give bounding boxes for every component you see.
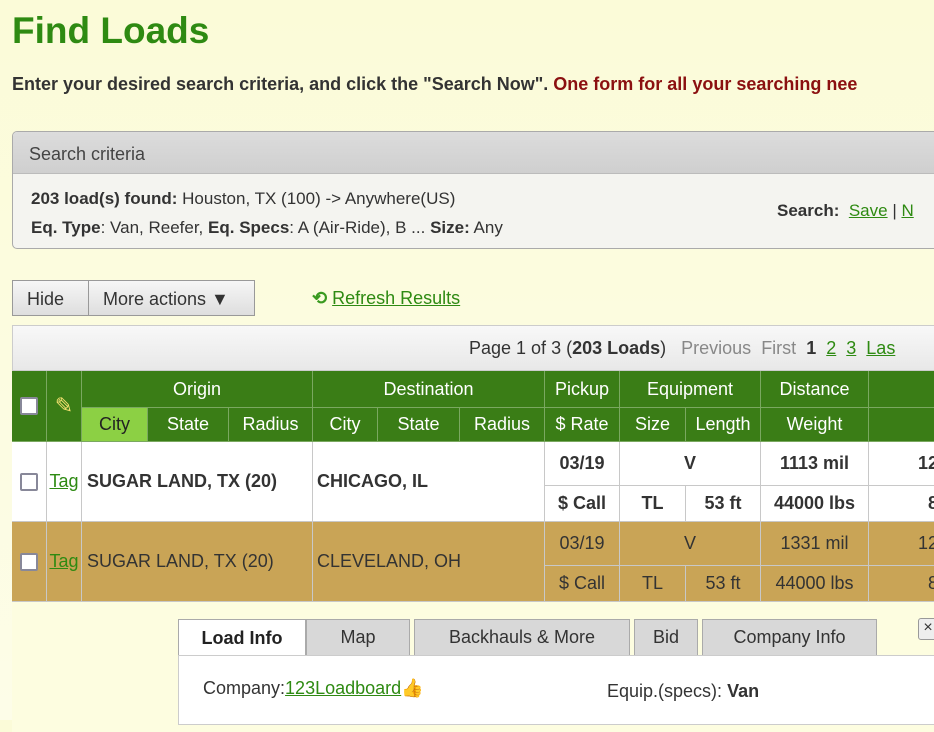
tab-backhauls-more[interactable]: Backhauls & More <box>414 619 630 656</box>
group-header-equipment: Equipment <box>620 371 761 408</box>
equipment-cell: V <box>620 522 761 566</box>
close-detail-icon[interactable]: × <box>918 618 934 640</box>
distance-cell: 1331 mil <box>761 522 869 566</box>
tab-bid[interactable]: Bid <box>634 619 698 656</box>
column-header-rate[interactable]: $ Rate <box>545 408 620 442</box>
new-search-link[interactable]: N <box>901 201 913 220</box>
search-actions: Search: Save | N <box>777 201 914 220</box>
search-criteria-panel: Search criteria 203 load(s) found: Houst… <box>12 131 934 249</box>
origin-cell[interactable]: SUGAR LAND, TX (20) <box>82 442 313 522</box>
weight-cell: 44000 lbs <box>761 566 869 602</box>
tag-cell: Tag <box>47 442 82 522</box>
tab-map[interactable]: Map <box>306 619 410 656</box>
extra-cell: 8 <box>869 486 934 522</box>
equip-specs-field: Equip.(specs): Van <box>607 681 760 701</box>
search-criteria-header[interactable]: Search criteria <box>13 132 934 174</box>
column-header-size[interactable]: Size <box>620 408 686 442</box>
refresh-icon: ⟲ <box>312 288 328 308</box>
tab-load-info[interactable]: Load Info <box>178 619 306 656</box>
group-header-origin: Origin <box>82 371 313 408</box>
equipment-summary: Eq. Type: Van, Reefer, Eq. Specs: A (Air… <box>31 218 503 237</box>
thumbs-up-icon[interactable]: 👍 <box>401 678 423 698</box>
equipment-cell: V <box>620 442 761 486</box>
column-header-dcity[interactable]: City <box>313 408 378 442</box>
previous-link[interactable]: Previous <box>681 338 751 358</box>
row-select-cell <box>12 442 47 522</box>
tag-link[interactable]: Tag <box>49 551 78 572</box>
notes-header: ✎ <box>47 371 82 442</box>
group-header-extra <box>869 371 934 408</box>
page-title: Find Loads <box>12 10 210 51</box>
column-header-dradius[interactable]: Radius <box>460 408 545 442</box>
size-cell: TL <box>620 566 686 602</box>
row-checkbox[interactable] <box>20 552 38 571</box>
page-2-link[interactable]: 2 <box>826 338 836 358</box>
company-link[interactable]: 123Loadboard <box>285 678 401 698</box>
company-field: Company:123Loadboard👍 <box>203 678 424 698</box>
group-header-destination: Destination <box>313 371 545 408</box>
destination-cell[interactable]: CLEVELAND, OH <box>313 522 545 602</box>
pickup-date-cell: 03/19 <box>545 442 620 486</box>
tag-link[interactable]: Tag <box>49 471 78 492</box>
column-header-extra[interactable] <box>869 408 934 442</box>
tag-cell: Tag <box>47 522 82 602</box>
length-cell: 53 ft <box>686 486 761 522</box>
pager: Page 1 of 3 (203 Loads) Previous First 1… <box>12 325 934 371</box>
loads-found: 203 load(s) found: Houston, TX (100) -> … <box>31 189 456 208</box>
hide-button[interactable]: Hide <box>12 280 89 316</box>
tab-company-info[interactable]: Company Info <box>702 619 877 656</box>
extra-cell: 12 <box>869 442 934 486</box>
notepad-icon: ✎ <box>54 393 74 418</box>
length-cell: 53 ft <box>686 566 761 602</box>
refresh-results-link[interactable]: Refresh Results <box>332 288 460 308</box>
select-all-cell <box>12 371 47 442</box>
column-header-weight[interactable]: Weight <box>761 408 869 442</box>
rate-cell: $ Call <box>545 566 620 602</box>
refresh-results[interactable]: ⟲ Refresh Results <box>312 288 460 309</box>
column-header-dstate[interactable]: State <box>378 408 460 442</box>
weight-cell: 44000 lbs <box>761 486 869 522</box>
pickup-date-cell: 03/19 <box>545 522 620 566</box>
page-3-link[interactable]: 3 <box>846 338 856 358</box>
row-select-cell <box>12 522 47 602</box>
origin-cell[interactable]: SUGAR LAND, TX (20) <box>82 522 313 602</box>
extra-cell: 8 <box>869 566 934 602</box>
distance-cell: 1113 mil <box>761 442 869 486</box>
save-search-link[interactable]: Save <box>849 201 888 220</box>
column-header-state[interactable]: State <box>148 408 229 442</box>
size-cell: TL <box>620 486 686 522</box>
last-link[interactable]: Las <box>866 338 895 358</box>
first-link[interactable]: First <box>761 338 796 358</box>
rate-cell: $ Call <box>545 486 620 522</box>
select-all-checkbox[interactable] <box>20 397 38 415</box>
row-checkbox[interactable] <box>20 472 38 491</box>
column-header-length[interactable]: Length <box>686 408 761 442</box>
column-header-radius[interactable]: Radius <box>229 408 313 442</box>
load-info-panel: Company:123Loadboard👍 Equip.(specs): Van <box>178 655 934 725</box>
intro-text: Enter your desired search criteria, and … <box>12 74 858 94</box>
group-header-distance: Distance <box>761 371 869 408</box>
extra-cell: 12 <box>869 522 934 566</box>
column-header-city[interactable]: City <box>82 408 148 442</box>
group-header-pickup: Pickup <box>545 371 620 408</box>
more-actions-button[interactable]: More actions ▼ <box>88 280 255 316</box>
destination-cell[interactable]: CHICAGO, IL <box>313 442 545 522</box>
